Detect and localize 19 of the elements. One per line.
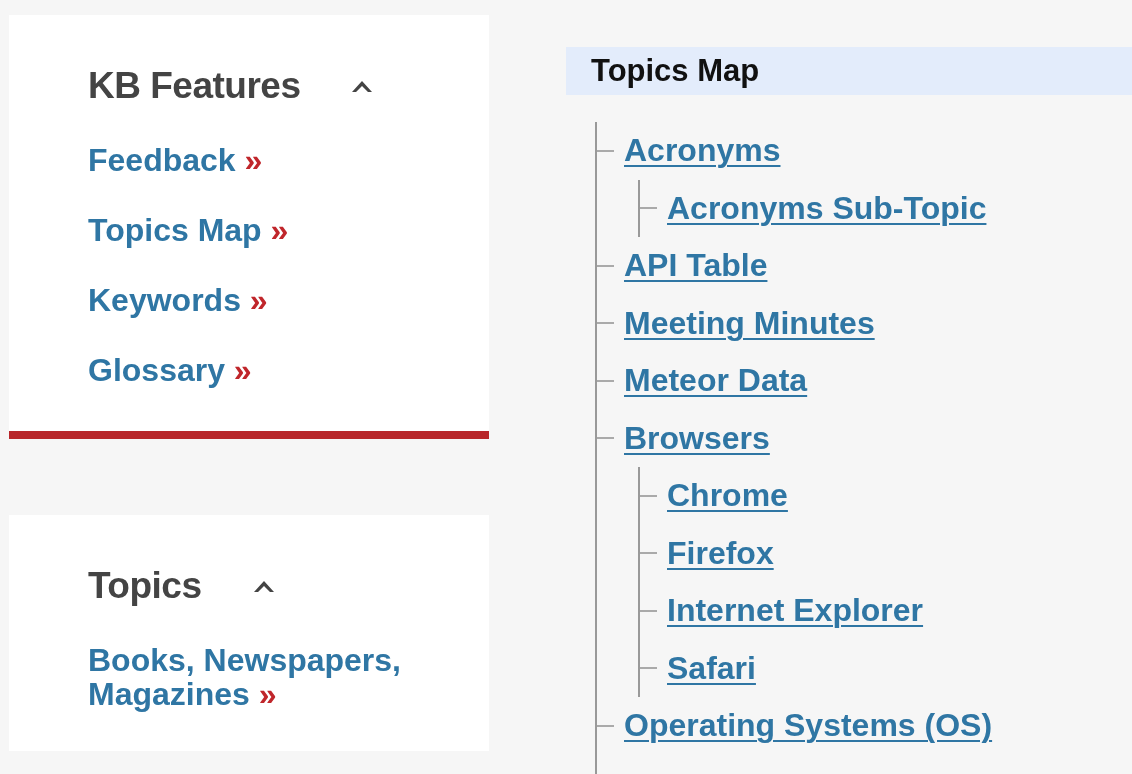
topic-link[interactable]: Chrome	[667, 477, 788, 515]
sidebar-link[interactable]: Books, Newspapers, Magazines »	[88, 643, 408, 711]
topic-link[interactable]: Acronyms Sub-Topic	[667, 189, 987, 227]
section-title: KB Features	[88, 65, 301, 107]
topic-link[interactable]: Browsers	[624, 419, 770, 457]
topic-link[interactable]: Acronyms	[624, 132, 781, 170]
topic-link[interactable]: Firefox	[667, 534, 774, 572]
section-title: Topics	[88, 565, 202, 607]
topic-link[interactable]: API Table	[624, 247, 768, 285]
sidebar-link[interactable]: Topics Map »	[88, 213, 408, 247]
sidebar-link[interactable]: Glossary »	[88, 353, 408, 387]
topic-link[interactable]: Internet Explorer	[667, 592, 924, 630]
sidebar-link[interactable]: Keywords »	[88, 283, 408, 317]
topic-link[interactable]: Meeting Minutes	[624, 304, 875, 342]
page-title: Topics Map	[566, 47, 1132, 95]
topic-link[interactable]: Operating Systems (OS)	[624, 707, 993, 745]
sidebar-link[interactable]: Feedback »	[88, 143, 408, 177]
topic-link[interactable]: Meteor Data	[624, 362, 808, 400]
topic-link[interactable]: Safari	[667, 649, 756, 687]
